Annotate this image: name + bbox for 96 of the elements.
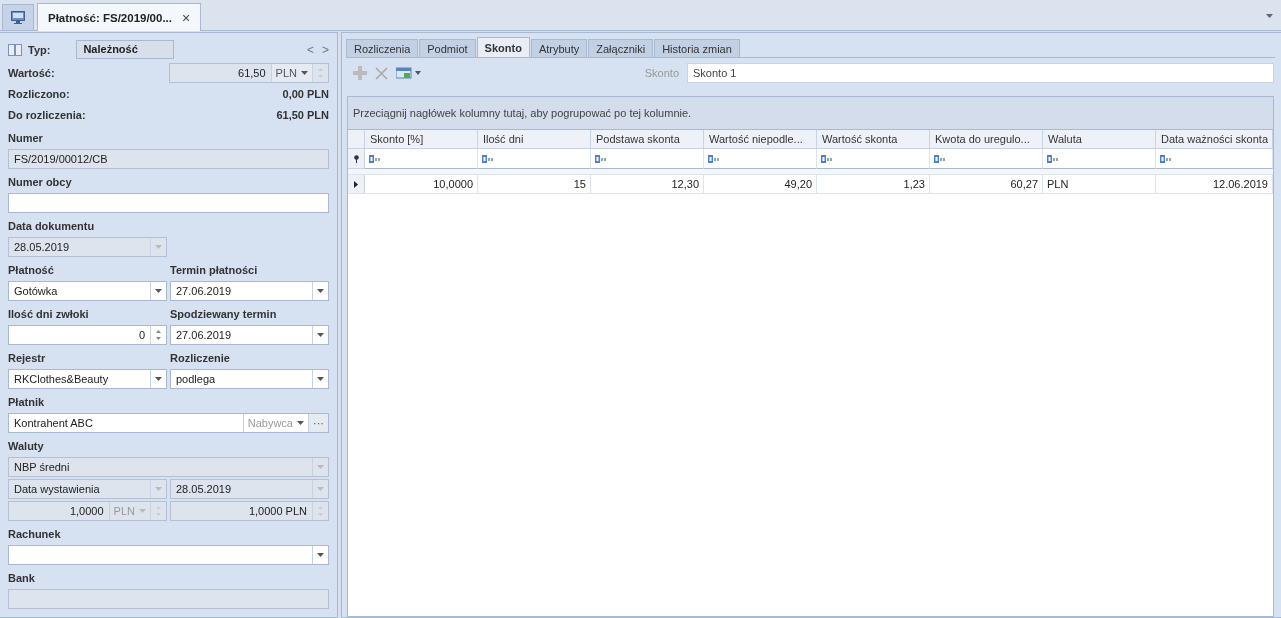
current-row-icon (354, 180, 358, 188)
table-cell: 12.06.2019 (1156, 175, 1273, 194)
spin-field[interactable]: 0 (8, 325, 167, 345)
skonto-field[interactable]: Skonto 1 (687, 63, 1274, 83)
field-label: Ilość dni zwłoki (8, 307, 90, 322)
column-header[interactable]: Data ważności skonta (1156, 130, 1273, 149)
column-header[interactable]: Kwota do uregulo... (930, 130, 1043, 149)
text-filter-icon (821, 154, 833, 163)
field-label: Płatność (8, 263, 55, 278)
field-label: Numer obcy (8, 175, 73, 190)
field-label: Data dokumentu (8, 219, 96, 234)
tab[interactable]: Skonto (476, 37, 530, 57)
tab[interactable]: Podmiot (419, 39, 476, 57)
filter-cell[interactable] (930, 149, 1043, 169)
filter-cell[interactable] (365, 149, 478, 169)
tab[interactable]: Załączniki (588, 39, 654, 57)
field-label: Rozliczenie (170, 351, 231, 366)
text-filter-icon (595, 154, 607, 163)
dropdown-caret-icon[interactable] (301, 70, 308, 75)
text-filter-icon (369, 154, 381, 163)
dropdown-caret-icon[interactable] (297, 421, 304, 425)
tab[interactable]: Historia zmian (654, 39, 740, 57)
table-cell: 12,30 (591, 175, 704, 194)
text-filter-icon (708, 154, 720, 163)
filter-cell[interactable] (1043, 149, 1156, 169)
tab[interactable]: Rozliczenia (346, 39, 419, 57)
close-button[interactable]: × (182, 9, 191, 26)
field-label: Spodziewany termin (170, 307, 278, 322)
table-cell: PLN (1043, 175, 1156, 194)
text-filter-icon (1160, 154, 1172, 163)
dropdown-caret-icon[interactable] (317, 377, 324, 381)
value-field[interactable]: 61,50 PLN (169, 62, 329, 83)
type-field: Należność (76, 40, 175, 59)
spin-arrows-icon[interactable] (156, 329, 161, 341)
summary-value: 61,50 PLN (276, 108, 329, 121)
summary-label: Rozliczono: (8, 87, 70, 100)
column-header[interactable]: Skonto [%] (365, 130, 478, 149)
book-icon (8, 43, 22, 56)
field-label: Numer (8, 131, 44, 146)
field-label: Rejestr (8, 351, 47, 366)
dropdown-field[interactable]: 27.06.2019 (170, 281, 329, 301)
dropdown-field[interactable] (8, 545, 329, 565)
payer-field[interactable]: Kontrahent ABC Nabywca ··· (8, 413, 329, 433)
table-cell: 1,23 (817, 175, 930, 194)
type-label: Typ: (28, 43, 51, 56)
dropdown-field[interactable]: Gotówka (8, 281, 167, 301)
dropdown-caret-icon[interactable] (317, 333, 324, 337)
column-header[interactable]: Wartość skonta (817, 130, 930, 149)
summary-value: 0,00 PLN (282, 87, 329, 100)
dropdown-caret-icon[interactable] (155, 289, 162, 293)
monitor-icon (11, 11, 25, 24)
currency-dropdown[interactable]: PLN (270, 63, 312, 82)
more-button[interactable]: ··· (308, 414, 328, 432)
summary-label: Do rozliczenia: (8, 108, 86, 121)
column-header[interactable]: Ilość dni (478, 130, 591, 149)
table-cell: 60,27 (930, 175, 1043, 194)
row-indicator[interactable] (348, 175, 365, 194)
filter-cell[interactable] (1156, 149, 1273, 169)
grid-settings-icon[interactable] (396, 67, 422, 79)
field-label: Waluty (8, 439, 45, 454)
dropdown-caret-icon[interactable] (317, 553, 324, 557)
dropdown-field[interactable]: RKClothes&Beauty (8, 369, 167, 389)
value-label: Wartość: (8, 66, 55, 79)
desktop-tab[interactable] (2, 4, 34, 30)
text-field[interactable] (8, 193, 329, 213)
dropdown-caret-icon[interactable] (317, 289, 324, 293)
delete-icon[interactable] (375, 66, 388, 80)
dropdown-field[interactable]: 27.06.2019 (170, 325, 329, 345)
column-header[interactable]: Wartość niepodle... (704, 130, 817, 149)
field-label: Płatnik (8, 395, 46, 410)
document-tab[interactable]: Płatność: FS/2019/00... × (37, 3, 202, 31)
table-cell: 49,20 (704, 175, 817, 194)
column-header[interactable]: Podstawa skonta (591, 130, 704, 149)
field-label: Bank (8, 571, 36, 586)
skonto-label: Skonto (644, 67, 679, 79)
field-label: Rachunek (8, 527, 62, 542)
text-filter-icon (1047, 154, 1059, 163)
caret-icon[interactable] (1266, 14, 1273, 18)
text-filter-icon (482, 154, 494, 163)
table-cell: 15 (478, 175, 591, 194)
previous-button[interactable]: < (306, 42, 314, 57)
dropdown-caret-icon[interactable] (155, 377, 162, 381)
group-hint: Przeciągnij nagłówek kolumny tutaj, aby pogrupować po tej kolumnie. (353, 107, 692, 119)
table-cell: 10,0000 (365, 175, 478, 194)
column-header[interactable]: Waluta (1043, 130, 1156, 149)
filter-cell[interactable] (704, 149, 817, 169)
text-filter-icon (934, 154, 946, 163)
dropdown-field[interactable]: podlega (170, 369, 329, 389)
tab[interactable]: Atrybuty (530, 39, 588, 57)
filter-cell[interactable] (591, 149, 704, 169)
field-label: Termin płatności (170, 263, 259, 278)
next-button[interactable]: > (322, 42, 329, 57)
filter-pin-icon (353, 154, 359, 163)
filter-cell[interactable] (817, 149, 930, 169)
filter-cell[interactable] (478, 149, 591, 169)
add-icon[interactable] (353, 66, 367, 80)
